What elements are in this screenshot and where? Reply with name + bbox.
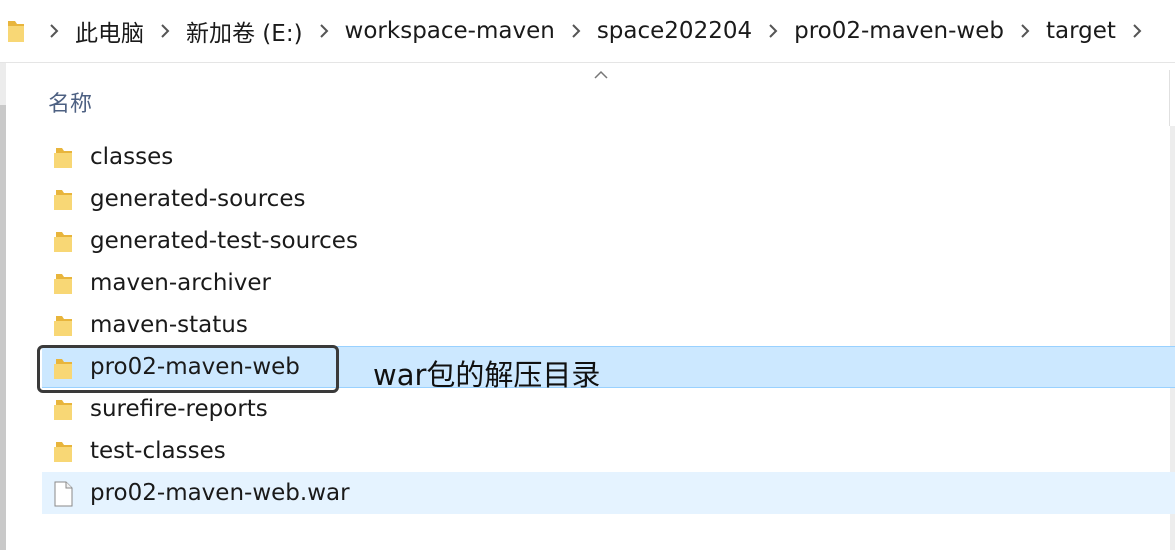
folder-icon — [54, 274, 72, 294]
annotation-highlight-box — [37, 345, 339, 393]
folder-icon — [54, 190, 72, 210]
column-header: 名称 — [40, 70, 1170, 130]
folder-icon — [54, 232, 72, 252]
chevron-right-icon[interactable] — [762, 20, 784, 42]
file-name: pro02-maven-web.war — [90, 480, 350, 506]
column-header-name[interactable]: 名称 — [48, 86, 92, 118]
folder-icon — [54, 148, 72, 168]
file-name: generated-sources — [90, 186, 306, 212]
file-name: generated-test-sources — [90, 228, 358, 254]
list-item[interactable]: generated-test-sources — [42, 220, 1175, 262]
list-item[interactable]: generated-sources — [42, 178, 1175, 220]
list-item[interactable]: classes — [42, 136, 1175, 178]
navigation-pane-edge-top — [0, 63, 6, 105]
breadcrumb-item-space[interactable]: space202204 — [592, 18, 757, 44]
folder-icon — [8, 21, 24, 42]
chevron-right-icon[interactable] — [1126, 20, 1148, 42]
chevron-right-icon[interactable] — [313, 20, 335, 42]
chevron-right-icon[interactable] — [565, 20, 587, 42]
navigation-pane-edge — [0, 63, 6, 550]
breadcrumb-item-workspace[interactable]: workspace-maven — [340, 18, 560, 44]
list-item[interactable]: surefire-reports — [42, 388, 1175, 430]
chevron-right-icon[interactable] — [154, 20, 176, 42]
list-item[interactable]: maven-status — [42, 304, 1175, 346]
annotation-text: war包的解压目录 — [373, 358, 601, 392]
breadcrumb-item-target[interactable]: target — [1041, 18, 1121, 44]
file-name: surefire-reports — [90, 396, 268, 422]
folder-icon — [54, 316, 72, 336]
address-bar-divider — [0, 62, 1175, 63]
file-icon — [54, 481, 73, 507]
file-name: maven-archiver — [90, 270, 272, 296]
file-list: classes generated-sources generated-test… — [42, 136, 1175, 514]
list-item[interactable]: test-classes — [42, 430, 1175, 472]
folder-icon — [54, 400, 72, 420]
file-name: classes — [90, 144, 174, 170]
sort-ascending-icon — [594, 70, 608, 79]
breadcrumb: 此电脑 新加卷 (E:) workspace-maven space202204… — [38, 0, 1153, 62]
file-name: test-classes — [90, 438, 226, 464]
folder-icon — [54, 442, 72, 462]
breadcrumb-item-this-pc[interactable]: 此电脑 — [70, 14, 149, 48]
list-item[interactable]: maven-archiver — [42, 262, 1175, 304]
file-explorer-window: 此电脑 新加卷 (E:) workspace-maven space202204… — [0, 0, 1175, 550]
breadcrumb-item-drive[interactable]: 新加卷 (E:) — [181, 14, 308, 48]
address-bar[interactable]: 此电脑 新加卷 (E:) workspace-maven space202204… — [0, 0, 1175, 62]
list-item-hovered[interactable]: pro02-maven-web.war — [42, 472, 1175, 514]
file-name: maven-status — [90, 312, 248, 338]
chevron-right-icon[interactable] — [1014, 20, 1036, 42]
breadcrumb-item-project[interactable]: pro02-maven-web — [789, 18, 1009, 44]
chevron-right-icon[interactable] — [43, 20, 65, 42]
